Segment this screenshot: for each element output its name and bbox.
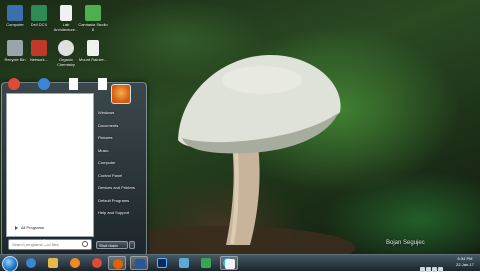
document-icon[interactable]	[68, 78, 78, 90]
chrome-icon[interactable]	[8, 78, 20, 90]
taskbar-firefox[interactable]	[108, 256, 126, 270]
start-item-devices-printers[interactable]: Devices and Printers	[96, 182, 144, 195]
wallpaper-watermark: Bojan Segujec	[386, 240, 425, 246]
desktop-icon-label: Dell DCX	[30, 22, 48, 27]
desktop: Computer Dell DCX Lab Architecture... Ca…	[0, 0, 480, 254]
document-icon	[60, 5, 72, 21]
start-search-input[interactable]: Search programs and files	[8, 239, 92, 250]
chrome-icon	[58, 40, 74, 56]
desktop-icon-mount-rainier[interactable]: Mount Rainier...	[78, 40, 108, 62]
computer-icon	[7, 5, 23, 21]
desktop-icon-label: Network...	[29, 57, 48, 62]
desktop-icon-label: Organic Chemistry	[56, 57, 75, 67]
document-icon	[87, 40, 99, 56]
system-tray	[420, 259, 456, 272]
desktop-icon-label: Lab Architecture...	[53, 22, 79, 32]
firefox-icon	[113, 259, 123, 269]
start-item-music[interactable]: Music	[96, 145, 144, 158]
user-avatar[interactable]	[111, 84, 131, 104]
desktop-icon-label: Camtasia Studio 8	[78, 22, 108, 32]
media-player-icon	[70, 258, 80, 268]
camtasia-icon	[85, 5, 101, 21]
taskbar: 6:34 PM 22-Jan-17	[0, 254, 480, 272]
all-programs-label: All Programs	[21, 225, 44, 230]
taskbar-word[interactable]	[130, 256, 148, 270]
desktop-icon-lab-architecture[interactable]: Lab Architecture...	[51, 5, 81, 32]
desktop-icon-label: Mount Rainier...	[78, 57, 107, 62]
explorer-icon	[179, 258, 189, 268]
start-item-documents[interactable]: Documents	[96, 120, 144, 133]
ie-icon	[26, 258, 36, 268]
taskbar-camtasia[interactable]	[220, 256, 238, 270]
start-item-pictures[interactable]: Pictures	[96, 132, 144, 145]
search-icon	[82, 241, 88, 247]
taskbar-chrome[interactable]	[88, 256, 106, 270]
shutdown-options-button[interactable]	[129, 241, 135, 249]
desktop-icon-organic-chemistry[interactable]: Organic Chemistry	[51, 40, 81, 67]
taskbar-windows-explorer[interactable]	[175, 256, 193, 270]
program-icon	[31, 5, 47, 21]
document-icon[interactable]	[98, 78, 108, 90]
taskbar-dell[interactable]	[197, 256, 215, 270]
start-menu-programs-pane: All Programs	[6, 93, 94, 237]
taskbar-media-player[interactable]	[66, 256, 84, 270]
recycle-bin-icon	[7, 40, 23, 56]
start-item-control-panel[interactable]: Control Panel	[96, 170, 144, 183]
ie-icon[interactable]	[38, 78, 51, 90]
arrow-right-icon	[15, 225, 18, 230]
chrome-icon	[92, 258, 102, 268]
desktop-icon-camtasia[interactable]: Camtasia Studio 8	[78, 5, 108, 32]
start-item-windows[interactable]: Windows	[96, 107, 144, 120]
start-menu-right-pane: Windows Documents Pictures Music Compute…	[96, 107, 144, 220]
program-icon	[31, 40, 47, 56]
desktop-icon-network[interactable]: Network...	[24, 40, 54, 62]
start-menu: All Programs Search programs and files W…	[1, 78, 147, 254]
start-item-help-support[interactable]: Help and Support	[96, 207, 144, 220]
folder-icon	[48, 258, 58, 268]
camtasia-icon	[225, 259, 235, 269]
clock-date: 22-Jan-17	[455, 262, 474, 267]
word-icon	[135, 259, 145, 269]
desktop-icon-dell-dcx[interactable]: Dell DCX	[24, 5, 54, 27]
taskbar-photoshop[interactable]	[153, 256, 171, 270]
taskbar-clock[interactable]: 6:34 PM 22-Jan-17	[452, 256, 478, 268]
photoshop-icon	[157, 258, 167, 268]
taskbar-ie[interactable]	[22, 256, 40, 270]
dell-icon	[201, 258, 211, 268]
start-item-computer[interactable]: Computer	[96, 157, 144, 170]
all-programs-button[interactable]: All Programs	[15, 225, 44, 230]
start-item-default-programs[interactable]: Default Programs	[96, 195, 144, 208]
shutdown-button[interactable]: Shut down	[96, 241, 128, 249]
search-placeholder: Search programs and files	[12, 242, 59, 247]
taskbar-explorer[interactable]	[44, 256, 62, 270]
